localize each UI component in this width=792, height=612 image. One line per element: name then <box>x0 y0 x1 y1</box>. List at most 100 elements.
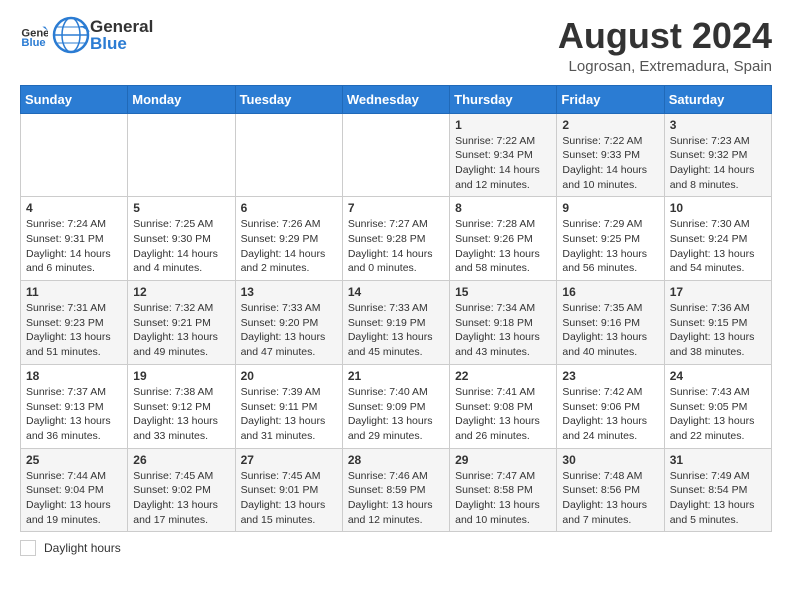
day-info: Sunrise: 7:39 AM Sunset: 9:11 PM Dayligh… <box>241 385 337 444</box>
calendar-cell: 31 Sunrise: 7:49 AM Sunset: 8:54 PM Dayli… <box>664 448 771 532</box>
calendar-cell: 4 Sunrise: 7:24 AM Sunset: 9:31 PM Daylig… <box>21 197 128 281</box>
day-info: Sunrise: 7:46 AM Sunset: 8:59 PM Dayligh… <box>348 469 444 528</box>
header-cell-tuesday: Tuesday <box>235 85 342 113</box>
calendar-week-row: 1Sunrise: 7:22 AM Sunset: 9:34 PM Daylig… <box>21 113 772 197</box>
day-number: 29 <box>455 453 551 467</box>
logo-general-text: General <box>90 18 153 35</box>
calendar-body: 1Sunrise: 7:22 AM Sunset: 9:34 PM Daylig… <box>21 113 772 532</box>
day-info: Sunrise: 7:23 AM Sunset: 9:32 PM Dayligh… <box>670 134 766 193</box>
calendar-cell: 26 Sunrise: 7:45 AM Sunset: 9:02 PM Dayli… <box>128 448 235 532</box>
calendar-week-row: 18 Sunrise: 7:37 AM Sunset: 9:13 PM Dayli… <box>21 364 772 448</box>
day-number: 30 <box>562 453 658 467</box>
day-info: Sunrise: 7:30 AM Sunset: 9:24 PM Dayligh… <box>670 217 766 276</box>
day-info: Sunrise: 7:45 AM Sunset: 9:01 PM Dayligh… <box>241 469 337 528</box>
day-info: Sunrise: 7:31 AM Sunset: 9:23 PM Dayligh… <box>26 301 122 360</box>
calendar-cell: 6 Sunrise: 7:26 AM Sunset: 9:29 PM Daylig… <box>235 197 342 281</box>
calendar-cell: 9Sunrise: 7:29 AM Sunset: 9:25 PM Daylig… <box>557 197 664 281</box>
day-number: 28 <box>348 453 444 467</box>
day-number: 23 <box>562 369 658 383</box>
day-number: 6 <box>241 201 337 215</box>
calendar-cell: 10 Sunrise: 7:30 AM Sunset: 9:24 PM Dayli… <box>664 197 771 281</box>
day-info: Sunrise: 7:22 AM Sunset: 9:34 PM Dayligh… <box>455 134 551 193</box>
day-number: 31 <box>670 453 766 467</box>
day-number: 14 <box>348 285 444 299</box>
day-info: Sunrise: 7:40 AM Sunset: 9:09 PM Dayligh… <box>348 385 444 444</box>
day-number: 21 <box>348 369 444 383</box>
day-info: Sunrise: 7:35 AM Sunset: 9:16 PM Dayligh… <box>562 301 658 360</box>
day-number: 2 <box>562 118 658 132</box>
day-info: Sunrise: 7:27 AM Sunset: 9:28 PM Dayligh… <box>348 217 444 276</box>
day-number: 12 <box>133 285 229 299</box>
calendar-cell <box>21 113 128 197</box>
day-number: 17 <box>670 285 766 299</box>
calendar-week-row: 25 Sunrise: 7:44 AM Sunset: 9:04 PM Dayli… <box>21 448 772 532</box>
calendar-cell: 2 Sunrise: 7:22 AM Sunset: 9:33 PM Daylig… <box>557 113 664 197</box>
day-number: 25 <box>26 453 122 467</box>
calendar-cell: 27 Sunrise: 7:45 AM Sunset: 9:01 PM Dayli… <box>235 448 342 532</box>
day-number: 3 <box>670 118 766 132</box>
daylight-box-icon <box>20 540 36 556</box>
header-cell-monday: Monday <box>128 85 235 113</box>
day-info: Sunrise: 7:38 AM Sunset: 9:12 PM Dayligh… <box>133 385 229 444</box>
day-info: Sunrise: 7:41 AM Sunset: 9:08 PM Dayligh… <box>455 385 551 444</box>
header: General Blue General Blue <box>20 16 772 75</box>
header-cell-friday: Friday <box>557 85 664 113</box>
logo-blue-text: Blue <box>90 35 153 52</box>
calendar-cell: 25 Sunrise: 7:44 AM Sunset: 9:04 PM Dayli… <box>21 448 128 532</box>
calendar-cell: 29Sunrise: 7:47 AM Sunset: 8:58 PM Dayli… <box>450 448 557 532</box>
day-info: Sunrise: 7:37 AM Sunset: 9:13 PM Dayligh… <box>26 385 122 444</box>
calendar-cell: 8Sunrise: 7:28 AM Sunset: 9:26 PM Daylig… <box>450 197 557 281</box>
day-number: 16 <box>562 285 658 299</box>
calendar-cell: 24 Sunrise: 7:43 AM Sunset: 9:05 PM Dayli… <box>664 364 771 448</box>
calendar-cell: 17Sunrise: 7:36 AM Sunset: 9:15 PM Dayli… <box>664 281 771 365</box>
calendar-cell: 14 Sunrise: 7:33 AM Sunset: 9:19 PM Dayli… <box>342 281 449 365</box>
day-number: 20 <box>241 369 337 383</box>
day-info: Sunrise: 7:24 AM Sunset: 9:31 PM Dayligh… <box>26 217 122 276</box>
day-number: 26 <box>133 453 229 467</box>
day-number: 13 <box>241 285 337 299</box>
calendar-cell: 16 Sunrise: 7:35 AM Sunset: 9:16 PM Dayli… <box>557 281 664 365</box>
day-info: Sunrise: 7:44 AM Sunset: 9:04 PM Dayligh… <box>26 469 122 528</box>
day-info: Sunrise: 7:45 AM Sunset: 9:02 PM Dayligh… <box>133 469 229 528</box>
day-info: Sunrise: 7:28 AM Sunset: 9:26 PM Dayligh… <box>455 217 551 276</box>
calendar-header: SundayMondayTuesdayWednesdayThursdayFrid… <box>21 85 772 113</box>
day-number: 10 <box>670 201 766 215</box>
day-number: 7 <box>348 201 444 215</box>
calendar-cell <box>235 113 342 197</box>
calendar-cell: 3 Sunrise: 7:23 AM Sunset: 9:32 PM Daylig… <box>664 113 771 197</box>
calendar-cell: 18 Sunrise: 7:37 AM Sunset: 9:13 PM Dayli… <box>21 364 128 448</box>
day-number: 24 <box>670 369 766 383</box>
calendar-cell: 19Sunrise: 7:38 AM Sunset: 9:12 PM Dayli… <box>128 364 235 448</box>
day-number: 18 <box>26 369 122 383</box>
svg-text:Blue: Blue <box>21 37 45 49</box>
day-info: Sunrise: 7:33 AM Sunset: 9:19 PM Dayligh… <box>348 301 444 360</box>
calendar-cell: 7 Sunrise: 7:27 AM Sunset: 9:28 PM Daylig… <box>342 197 449 281</box>
logo: General Blue General Blue <box>20 16 153 54</box>
day-info: Sunrise: 7:42 AM Sunset: 9:06 PM Dayligh… <box>562 385 658 444</box>
day-info: Sunrise: 7:48 AM Sunset: 8:56 PM Dayligh… <box>562 469 658 528</box>
header-cell-wednesday: Wednesday <box>342 85 449 113</box>
calendar-cell <box>342 113 449 197</box>
calendar-cell: 22Sunrise: 7:41 AM Sunset: 9:08 PM Dayli… <box>450 364 557 448</box>
calendar-cell: 23 Sunrise: 7:42 AM Sunset: 9:06 PM Dayli… <box>557 364 664 448</box>
calendar-cell: 5Sunrise: 7:25 AM Sunset: 9:30 PM Daylig… <box>128 197 235 281</box>
day-info: Sunrise: 7:26 AM Sunset: 9:29 PM Dayligh… <box>241 217 337 276</box>
day-info: Sunrise: 7:22 AM Sunset: 9:33 PM Dayligh… <box>562 134 658 193</box>
day-number: 11 <box>26 285 122 299</box>
header-row: SundayMondayTuesdayWednesdayThursdayFrid… <box>21 85 772 113</box>
header-cell-thursday: Thursday <box>450 85 557 113</box>
daylight-label: Daylight hours <box>44 541 121 555</box>
calendar-cell: 20 Sunrise: 7:39 AM Sunset: 9:11 PM Dayli… <box>235 364 342 448</box>
day-number: 27 <box>241 453 337 467</box>
day-number: 15 <box>455 285 551 299</box>
day-number: 4 <box>26 201 122 215</box>
day-info: Sunrise: 7:34 AM Sunset: 9:18 PM Dayligh… <box>455 301 551 360</box>
calendar-cell: 12 Sunrise: 7:32 AM Sunset: 9:21 PM Dayli… <box>128 281 235 365</box>
day-info: Sunrise: 7:49 AM Sunset: 8:54 PM Dayligh… <box>670 469 766 528</box>
day-info: Sunrise: 7:43 AM Sunset: 9:05 PM Dayligh… <box>670 385 766 444</box>
footer: Daylight hours <box>20 540 772 556</box>
title-area: August 2024 Logrosan, Extremadura, Spain <box>558 16 772 75</box>
day-info: Sunrise: 7:32 AM Sunset: 9:21 PM Dayligh… <box>133 301 229 360</box>
calendar-week-row: 4 Sunrise: 7:24 AM Sunset: 9:31 PM Daylig… <box>21 197 772 281</box>
calendar-cell: 28 Sunrise: 7:46 AM Sunset: 8:59 PM Dayli… <box>342 448 449 532</box>
